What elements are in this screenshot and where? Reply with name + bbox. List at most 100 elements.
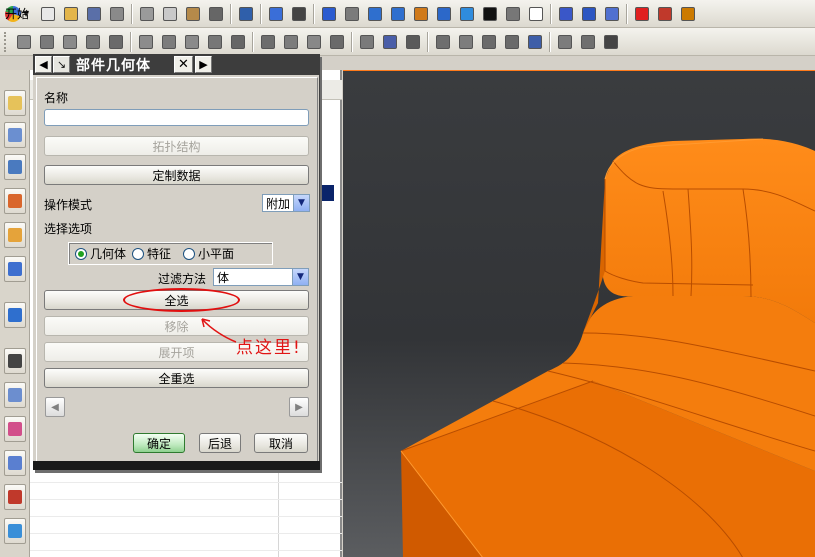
scroll-right-icon[interactable]: ▶ (289, 397, 309, 417)
feed-speed-icon[interactable] (554, 31, 575, 52)
undo-icon[interactable] (235, 3, 256, 24)
object-delete-icon[interactable] (600, 31, 621, 52)
system-materials-icon[interactable] (4, 518, 26, 544)
roles-icon[interactable] (4, 484, 26, 510)
save-icon[interactable] (83, 3, 104, 24)
layer-icon[interactable] (677, 3, 698, 24)
filter-select[interactable]: 体 ▼ (213, 268, 309, 286)
radio-dot[interactable] (132, 247, 145, 260)
dialog-title: 部件几何体 (76, 57, 151, 74)
reuse-library-icon[interactable] (4, 222, 26, 248)
cancel-button[interactable]: 取消 (254, 433, 308, 453)
post-process-icon[interactable] (356, 31, 377, 52)
edit-object-icon[interactable] (432, 31, 453, 52)
delete-icon[interactable] (205, 3, 226, 24)
back-arrow-icon[interactable]: ◀ (35, 56, 52, 73)
name-field[interactable] (44, 109, 309, 126)
graphics-window[interactable] (343, 70, 815, 557)
machine-tool-icon[interactable] (59, 31, 80, 52)
paste-icon[interactable] (182, 3, 203, 24)
selection-filter-icon[interactable] (265, 3, 286, 24)
radio-geometry[interactable]: 几何体 (75, 245, 126, 262)
sequence-navigator-icon[interactable] (4, 256, 26, 282)
toolbar-grip[interactable] (4, 31, 9, 52)
create-method-icon[interactable] (204, 31, 225, 52)
simulate-icon[interactable] (326, 31, 347, 52)
process-studio-icon[interactable] (4, 382, 26, 408)
chevron-down-icon[interactable]: ▼ (293, 195, 309, 211)
new-file-icon[interactable] (37, 3, 58, 24)
web-browser-icon[interactable] (4, 302, 26, 328)
cut-object-icon[interactable] (455, 31, 476, 52)
constraint-navigator-icon[interactable] (4, 188, 26, 214)
method-view-icon[interactable] (105, 31, 126, 52)
radio-feature[interactable]: 特征 (132, 245, 171, 262)
create-program-icon[interactable] (135, 31, 156, 52)
wcs-icon[interactable] (555, 3, 576, 24)
output-cls-icon[interactable] (402, 31, 423, 52)
csys-icon[interactable] (578, 3, 599, 24)
dialog-title-bar[interactable]: ◀ ↘ 部件几何体 ✕ ▶ (33, 54, 320, 75)
reselect-all-button[interactable]: 全重选 (44, 368, 309, 388)
replay-icon[interactable] (280, 31, 301, 52)
toolbar-separator (550, 3, 551, 24)
zoom-window-icon[interactable] (341, 3, 362, 24)
start-button[interactable]: 开始 ▼ (2, 3, 34, 25)
lighting-icon[interactable] (502, 3, 523, 24)
navigator-row-line (30, 516, 342, 517)
view-menu-icon[interactable] (288, 3, 309, 24)
print-icon[interactable] (106, 3, 127, 24)
zoom-icon[interactable] (364, 3, 385, 24)
manufacturing-wizard-icon[interactable] (4, 450, 26, 476)
orient-icon[interactable] (601, 3, 622, 24)
create-operation-icon[interactable] (227, 31, 248, 52)
verify-icon[interactable] (303, 31, 324, 52)
back-button[interactable]: 后退 (199, 433, 241, 453)
operation-navigator-icon[interactable] (4, 154, 26, 180)
shop-docs-icon[interactable] (379, 31, 400, 52)
create-tool-icon[interactable] (158, 31, 179, 52)
tool-library-icon[interactable] (577, 31, 598, 52)
select-options-label: 选择选项 (44, 222, 93, 236)
shaded-cube-icon[interactable] (456, 3, 477, 24)
geometry-view-icon[interactable] (82, 31, 103, 52)
rendering-style-icon[interactable] (479, 3, 500, 24)
radio-dot[interactable] (183, 247, 196, 260)
snap-icon[interactable] (631, 3, 652, 24)
paste-object-icon[interactable] (501, 31, 522, 52)
pan-icon[interactable] (410, 3, 431, 24)
copy-icon[interactable] (159, 3, 180, 24)
topology-button[interactable]: 拓扑结构 (44, 136, 309, 156)
ok-button[interactable]: 确定 (133, 433, 185, 453)
rotate-icon[interactable] (433, 3, 454, 24)
program-order-icon[interactable] (36, 31, 57, 52)
copy-object-icon[interactable] (478, 31, 499, 52)
info-icon[interactable] (524, 31, 545, 52)
point-icon[interactable] (654, 3, 675, 24)
visualization-icon[interactable] (4, 416, 26, 442)
assembly-navigator-icon[interactable] (4, 90, 26, 116)
close-icon[interactable]: ✕ (174, 56, 193, 73)
cut-icon[interactable] (136, 3, 157, 24)
custom-data-button[interactable]: 定制数据 (44, 165, 309, 185)
radio-facet[interactable]: 小平面 (183, 245, 234, 262)
forward-arrow-icon[interactable]: ▶ (195, 56, 212, 73)
history-icon[interactable] (4, 348, 26, 374)
pin-icon[interactable]: ↘ (53, 56, 70, 73)
background-icon[interactable] (525, 3, 546, 24)
create-geometry-icon[interactable] (181, 31, 202, 52)
fit-icon[interactable] (318, 3, 339, 24)
filter-label: 过滤方法 (158, 272, 207, 286)
navigator-selected-row[interactable] (320, 185, 334, 201)
part-model[interactable] (343, 71, 815, 557)
op-mode-value: 附加 (266, 196, 291, 211)
scroll-left-icon[interactable]: ◀ (45, 397, 65, 417)
open-folder-icon[interactable] (60, 3, 81, 24)
part-navigator-icon[interactable] (4, 122, 26, 148)
op-nav-icon[interactable] (13, 31, 34, 52)
zoom-in-out-icon[interactable] (387, 3, 408, 24)
op-mode-select[interactable]: 附加 ▼ (262, 194, 310, 212)
chevron-down-icon[interactable]: ▼ (292, 269, 308, 285)
generate-toolpath-icon[interactable] (257, 31, 278, 52)
radio-dot[interactable] (75, 247, 87, 260)
